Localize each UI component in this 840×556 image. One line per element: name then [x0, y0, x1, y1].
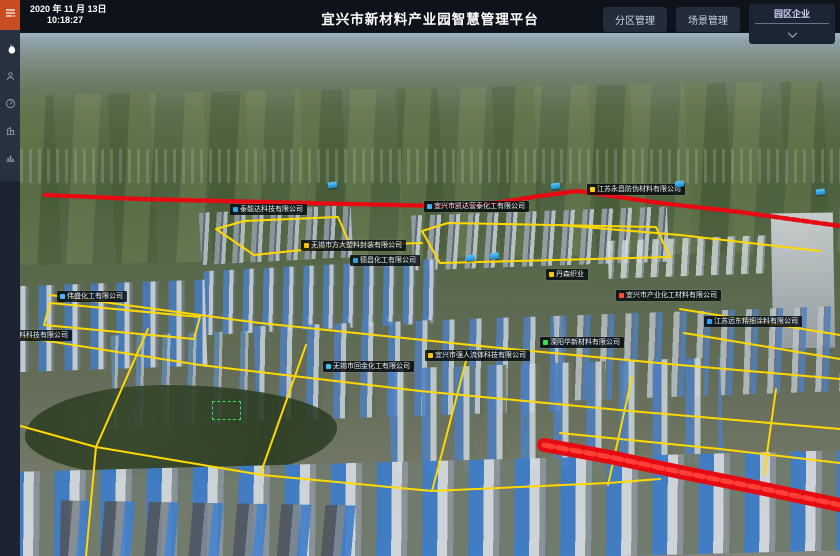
- menu-button[interactable]: [0, 0, 20, 30]
- zone-management-button[interactable]: 分区管理: [603, 7, 667, 32]
- truck-icon[interactable]: [551, 182, 561, 189]
- monitor-gauge-button[interactable]: [0, 90, 20, 117]
- sidebar: [0, 0, 20, 556]
- user-icon: [5, 71, 16, 82]
- enterprise-building-button[interactable]: [0, 117, 20, 144]
- chevron-down-icon: [787, 25, 798, 43]
- park-enterprise-dropdown[interactable]: 园区企业: [749, 4, 835, 44]
- truck-icon[interactable]: [490, 252, 500, 259]
- gauge-icon: [5, 98, 16, 109]
- smart-park-platform: 2020 年 11 月 13日 10:18:27 宜兴市新材料产业园智慧管理平台…: [0, 0, 840, 556]
- fire-icon: [5, 43, 16, 56]
- vehicle-layer: [20, 33, 840, 556]
- truck-icon[interactable]: [328, 181, 338, 188]
- truck-icon[interactable]: [816, 188, 826, 195]
- top-header: 2020 年 11 月 13日 10:18:27 宜兴市新材料产业园智慧管理平台…: [20, 0, 840, 33]
- personnel-button[interactable]: [0, 63, 20, 90]
- sidebar-tools: [0, 30, 20, 181]
- truck-icon[interactable]: [466, 254, 476, 261]
- statistics-button[interactable]: [0, 144, 20, 171]
- map-3d-view[interactable]: 泰能达科技有限公司宜兴市凯达营泰化工有限公司无锡市方大塑料封装有限公司德昌化工有…: [20, 33, 840, 556]
- bar-chart-icon: [5, 152, 16, 163]
- truck-icon[interactable]: [675, 180, 685, 187]
- header-actions: 分区管理 场景管理 园区企业: [603, 4, 835, 44]
- fire-monitor-button[interactable]: [0, 36, 20, 63]
- scene-management-button[interactable]: 场景管理: [676, 7, 740, 32]
- hamburger-icon: [4, 6, 17, 24]
- building-icon: [5, 125, 16, 136]
- dropdown-selected-value: 园区企业: [755, 7, 829, 24]
